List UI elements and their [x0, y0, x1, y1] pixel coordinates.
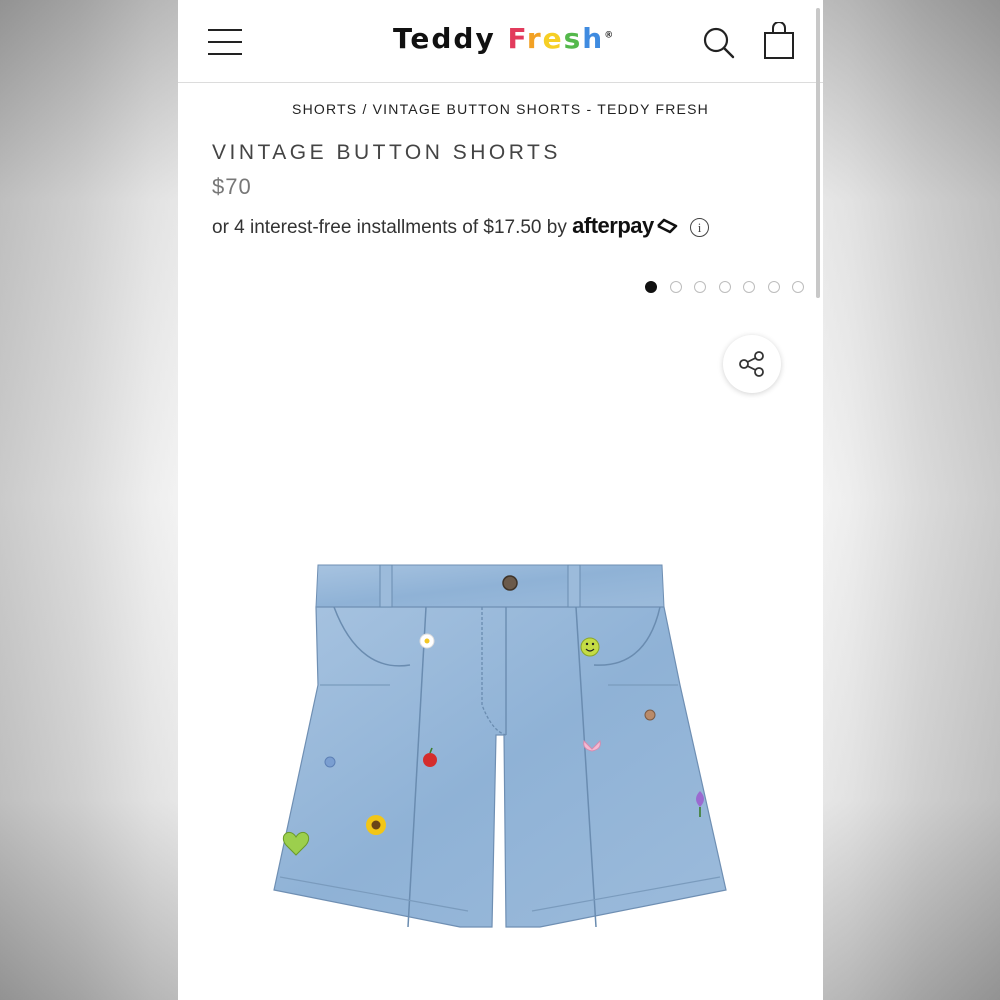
image-pagination: [645, 281, 815, 297]
blue-bead-charm: [324, 756, 336, 768]
afterpay-logo[interactable]: afterpay: [572, 213, 679, 238]
denim-shorts-image: [273, 564, 727, 928]
search-button[interactable]: [702, 26, 736, 60]
breadcrumb: SHORTS / VINTAGE BUTTON SHORTS - TEDDY F…: [178, 101, 823, 117]
search-icon: [703, 27, 735, 59]
shopping-bag-icon: [764, 21, 794, 59]
installments-text: or 4 interest-free installments of $17.5…: [212, 217, 567, 238]
logo-fresh: Fresh: [507, 22, 605, 55]
pagination-dot-2[interactable]: [669, 281, 682, 293]
pagination-dot-6[interactable]: [767, 281, 780, 293]
cart-button[interactable]: [762, 21, 796, 60]
breadcrumb-separator: /: [362, 101, 368, 117]
pagination-dot-3[interactable]: [694, 281, 706, 293]
pagination-dot-1[interactable]: [645, 281, 657, 293]
page-scrollbar[interactable]: [816, 8, 820, 298]
site-logo[interactable]: Teddy Fresh®: [393, 22, 613, 62]
breadcrumb-current: VINTAGE BUTTON SHORTS - TEDDY FRESH: [372, 101, 709, 117]
product-title: VINTAGE BUTTON SHORTS: [212, 141, 561, 164]
logo-teddy: Teddy: [393, 22, 496, 55]
pagination-dot-5[interactable]: [743, 281, 755, 293]
site-header: Teddy Fresh®: [178, 0, 823, 83]
registered-mark: ®: [604, 30, 616, 41]
sunflower-charm: [366, 815, 386, 835]
scrollbar-thumb[interactable]: [816, 8, 820, 298]
share-button[interactable]: [723, 335, 781, 393]
pagination-dot-4[interactable]: [718, 281, 731, 293]
info-icon[interactable]: i: [690, 218, 710, 238]
share-icon: [739, 351, 764, 377]
product-image[interactable]: [260, 555, 740, 935]
smiley-charm: [580, 637, 600, 657]
pagination-dot-7[interactable]: [792, 281, 804, 293]
menu-button[interactable]: [208, 29, 242, 55]
background-left: [0, 0, 178, 1000]
mobile-page: Teddy Fresh® SHORTS / VINTAGE BUTTON SHO…: [178, 0, 823, 1000]
hamburger-menu-icon: [208, 29, 242, 31]
breadcrumb-shorts-link[interactable]: SHORTS: [292, 101, 357, 117]
afterpay-arrows-icon: [656, 218, 678, 234]
product-price: $70: [212, 174, 252, 199]
bead-charm: [644, 709, 656, 721]
afterpay-installments: or 4 interest-free installments of $17.5…: [212, 213, 710, 239]
background-right: [822, 0, 1000, 1000]
flower-charm: [419, 633, 435, 649]
